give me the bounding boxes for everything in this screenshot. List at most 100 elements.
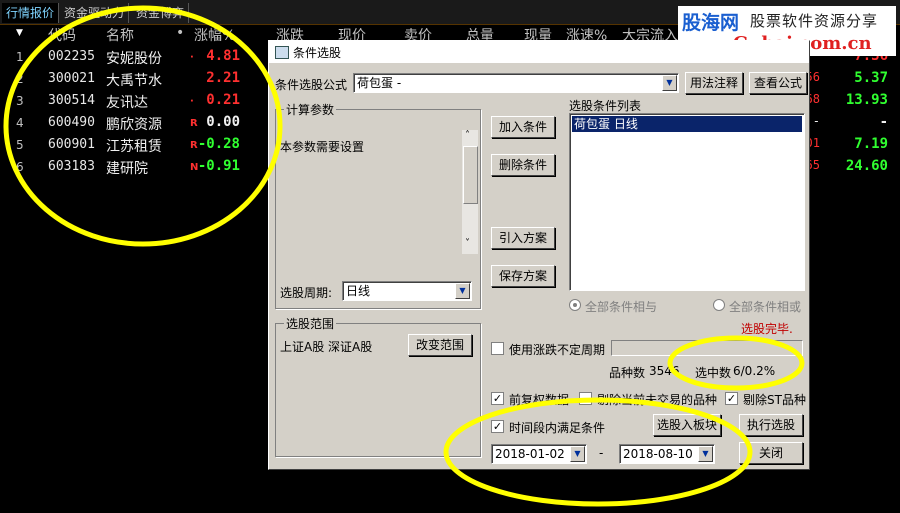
stock-flag: R (190, 118, 198, 129)
header-name[interactable]: 名称 (106, 25, 134, 45)
forward-adjust-label: 前复权数据 (509, 393, 570, 407)
chevron-down-icon[interactable]: ▼ (570, 446, 585, 462)
stock-flag: · (190, 52, 194, 63)
change-pct: 2.21 (206, 70, 240, 86)
partial-price-value: 24.60 (845, 158, 888, 174)
change-pct: 4.81 (206, 48, 240, 64)
partial-price-value: - (879, 114, 888, 130)
chevron-down-icon[interactable]: ▼ (662, 75, 677, 91)
import-plan-button[interactable]: 引入方案 (491, 227, 555, 249)
partial-price-value: 7.19 (854, 136, 888, 152)
exclude-st-checkbox[interactable]: ✓ (725, 392, 738, 405)
stock-code: 002235 (48, 49, 95, 64)
stock-flag: R (190, 140, 198, 151)
row-index: 6 (16, 160, 24, 174)
change-pct: 0.00 (206, 114, 240, 130)
stock-name: 友讯达 (106, 95, 148, 111)
exclude-untraded-label: 剔除当前未交易的品种 (597, 393, 718, 407)
formula-combobox[interactable]: 荷包蛋 - ▼ (353, 73, 679, 93)
formula-label: 条件选股公式 (275, 78, 348, 92)
row-index: 1 (16, 50, 24, 64)
sort-desc-icon[interactable]: ▼ (16, 28, 23, 38)
close-button[interactable]: 关闭 (739, 442, 803, 464)
view-formula-button[interactable]: 查看公式 (749, 72, 807, 94)
partial-price-value: 13.93 (845, 92, 888, 108)
date-separator: - (599, 446, 604, 460)
scope-title: 选股范围 (284, 315, 337, 332)
change-scope-button[interactable]: 改变范围 (408, 334, 472, 356)
radio-all-or[interactable] (713, 299, 725, 311)
forward-adjust-checkbox[interactable]: ✓ (491, 392, 504, 405)
stock-code: 300021 (48, 71, 95, 86)
stock-name: 安妮股份 (106, 51, 162, 67)
stock-flag: · (190, 96, 194, 107)
list-item[interactable]: 荷包蛋 日线 (572, 116, 802, 132)
tab-quotes[interactable]: 行情报价 (2, 3, 60, 23)
row-index: 5 (16, 138, 24, 152)
header-dot: • (176, 25, 185, 41)
radio-all-and[interactable] (569, 299, 581, 311)
exclude-st-label: 剔除ST品种 (743, 393, 806, 407)
params-scrollbar[interactable]: ˄ ˅ (462, 130, 478, 254)
count-value: 3546 (649, 364, 680, 378)
add-to-block-button[interactable]: 选股入板块 (653, 414, 721, 436)
condition-list[interactable]: 荷包蛋 日线 (569, 113, 805, 291)
radio-all-and-label: 全部条件相与 (585, 300, 658, 314)
change-pct: -0.28 (197, 136, 240, 152)
count-label: 品种数 (609, 366, 646, 380)
usage-notes-button[interactable]: 用法注释 (685, 72, 743, 94)
delete-condition-button[interactable]: 删除条件 (491, 154, 555, 176)
stock-name: 鹏欣资源 (106, 117, 162, 133)
change-pct: -0.91 (197, 158, 240, 174)
partial-column-value: - (812, 114, 820, 128)
selected-value: 6/0.2% (733, 364, 776, 378)
scrollbar-thumb[interactable] (463, 146, 478, 204)
period-select[interactable]: 日线 ▼ (342, 281, 472, 301)
save-plan-button[interactable]: 保存方案 (491, 265, 555, 287)
chevron-down-icon[interactable]: ▼ (698, 446, 713, 462)
date-to-value: 2018-08-10 (623, 447, 693, 461)
scope-text: 上证A股 深证A股 (280, 340, 373, 354)
time-range-label: 时间段内满足条件 (509, 421, 606, 435)
watermark-brand: 股海网 (682, 12, 740, 34)
calc-params-group: 计算参数 本参数需要设置 ˄ ˅ 选股周期: 日线 ▼ (275, 101, 481, 309)
stock-name: 建研院 (106, 161, 148, 177)
stock-name: 江苏租赁 (106, 139, 162, 155)
tab-capital-game[interactable]: 资金博弈 (132, 3, 190, 23)
condition-list-title: 选股条件列表 (569, 99, 642, 113)
selected-label: 选中数 (695, 366, 732, 380)
scope-group: 选股范围 上证A股 深证A股 改变范围 (275, 315, 481, 457)
date-to-picker[interactable]: 2018-08-10 ▼ (619, 444, 715, 464)
chevron-up-icon[interactable]: ˄ (465, 130, 470, 141)
progress-bar (611, 340, 803, 356)
time-range-checkbox[interactable]: ✓ (491, 420, 504, 433)
period-label: 选股周期: (280, 286, 333, 300)
dialog-title: 条件选股 (293, 46, 342, 60)
exclude-untraded-checkbox[interactable] (579, 392, 592, 405)
variable-period-checkbox[interactable] (491, 342, 504, 355)
tab-capital-drive[interactable]: 资金驱动力 (60, 3, 130, 23)
stock-code: 600901 (48, 137, 95, 152)
formula-value: 荷包蛋 - (357, 76, 402, 90)
partial-price-value: 5.37 (854, 70, 888, 86)
execute-pick-button[interactable]: 执行选股 (739, 414, 803, 436)
calc-params-text: 本参数需要设置 (280, 140, 365, 154)
status-text: 选股完毕. (741, 322, 793, 336)
stock-code: 300514 (48, 93, 95, 108)
dialog-title-bar[interactable]: 条件选股 (269, 41, 809, 63)
header-code[interactable]: 代码 (48, 25, 76, 45)
condition-stock-picker-dialog: 条件选股 条件选股公式 荷包蛋 - ▼ 用法注释 查看公式 计算参数 本参数需要… (268, 40, 810, 470)
row-index: 2 (16, 72, 24, 86)
stock-code: 600490 (48, 115, 95, 130)
header-change-pct[interactable]: 涨幅% (194, 25, 235, 45)
add-condition-button[interactable]: 加入条件 (491, 116, 555, 138)
chevron-down-icon[interactable]: ▼ (455, 283, 470, 299)
variable-period-label: 使用涨跌不定周期 (509, 343, 606, 357)
date-from-picker[interactable]: 2018-01-02 ▼ (491, 444, 587, 464)
period-value: 日线 (346, 284, 371, 298)
calc-params-title: 计算参数 (284, 101, 337, 118)
change-pct: 0.21 (206, 92, 240, 108)
watermark-slogan: 股票软件资源分享 (750, 12, 879, 30)
radio-all-or-label: 全部条件相或 (729, 300, 802, 314)
chevron-down-icon[interactable]: ˅ (465, 238, 470, 249)
